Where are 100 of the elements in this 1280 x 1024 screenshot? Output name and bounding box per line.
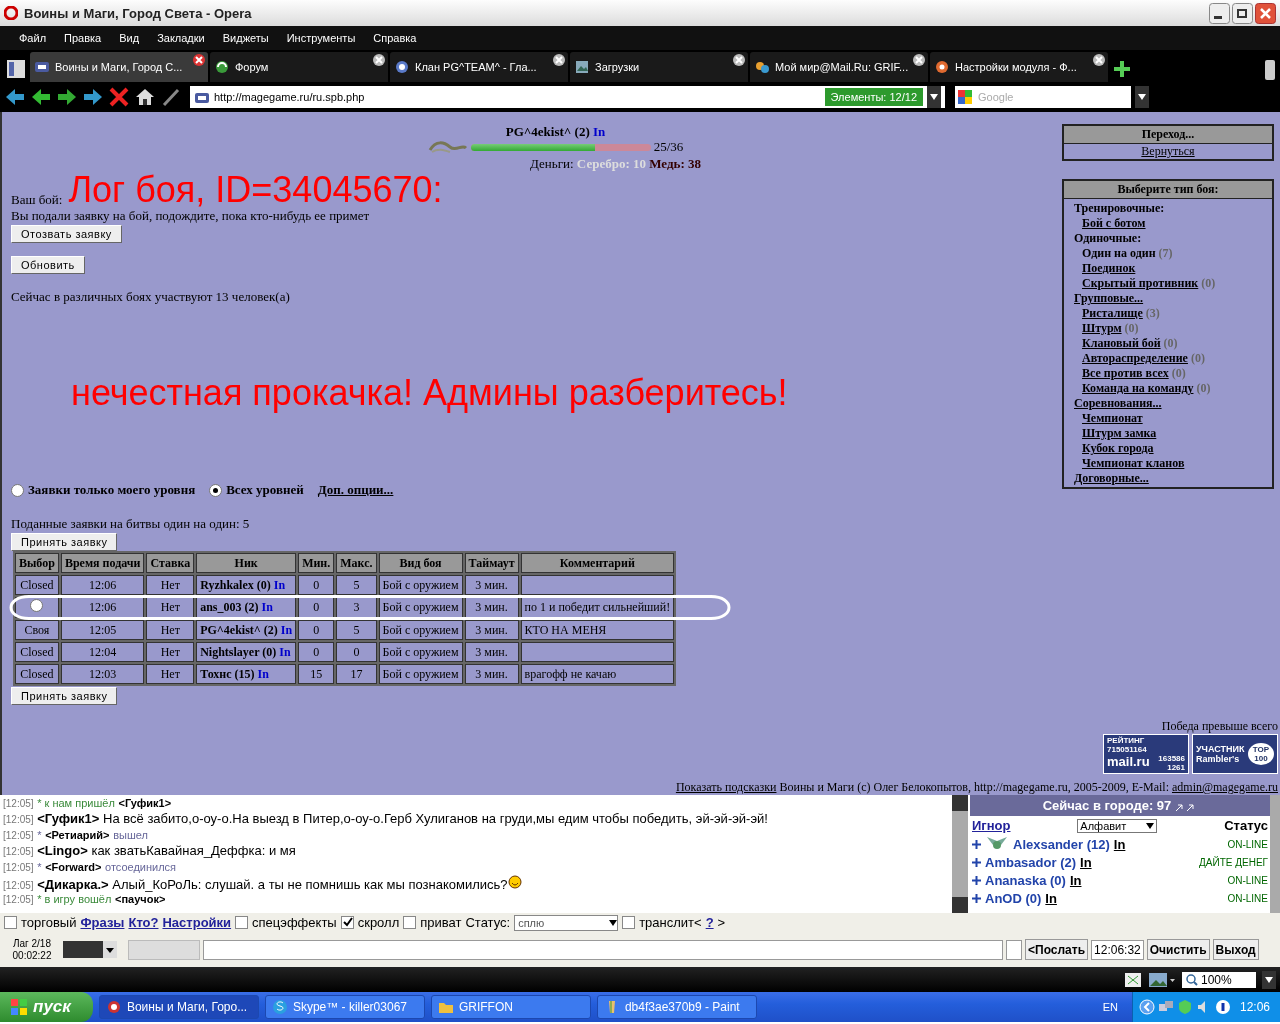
- fight-type-link[interactable]: Чемпионат: [1082, 411, 1143, 425]
- sender-nick[interactable]: <Lingo>: [37, 843, 88, 858]
- expand-plus-icon[interactable]: [972, 893, 981, 903]
- rating-counter-badge[interactable]: РЕЙТИНГ 715051164 mail.ru 163586 1261: [1103, 734, 1189, 774]
- fight-type-link[interactable]: Соревнования...: [1074, 396, 1162, 410]
- fight-type-link[interactable]: Клановый бой: [1082, 336, 1161, 350]
- fight-type-link[interactable]: Штурм замка: [1082, 426, 1157, 440]
- taskbar-button[interactable]: db4f3ae370b9 - Paint: [596, 995, 757, 1019]
- dropdown-arrow-icon[interactable]: [930, 94, 938, 100]
- user-name[interactable]: Alexsander (12): [1013, 836, 1110, 852]
- browser-tab[interactable]: Мой мир@Mail.Ru: GRIF...: [750, 52, 928, 82]
- system-nick[interactable]: <Гуфик1>: [118, 797, 172, 809]
- fight-type-link[interactable]: Кубок города: [1082, 441, 1154, 455]
- hints-link[interactable]: Показать подсказки: [675, 780, 777, 794]
- level-filter-radio[interactable]: [209, 483, 223, 497]
- dropdown-arrow-icon[interactable]: [1138, 94, 1146, 100]
- status-select[interactable]: сплю: [514, 914, 619, 931]
- tab-close-icon[interactable]: [732, 53, 746, 67]
- tab-close-icon[interactable]: [192, 53, 206, 67]
- exit-button[interactable]: Выход: [1212, 939, 1259, 960]
- tray-expand-icon[interactable]: [1138, 999, 1155, 1015]
- search-field[interactable]: Google: [955, 86, 1131, 108]
- checkbox[interactable]: [235, 916, 249, 929]
- user-name[interactable]: Ambasador (2): [985, 854, 1077, 870]
- taskbar-button[interactable]: Skype™ - killer03067: [264, 995, 425, 1019]
- browser-tab[interactable]: Клан PG^TEAM^ - Гла...: [390, 52, 568, 82]
- withdraw-button[interactable]: Отозвать заявку: [11, 225, 122, 243]
- menu-item[interactable]: Закладки: [148, 32, 214, 44]
- stop-icon[interactable]: [108, 86, 130, 108]
- browser-tab[interactable]: Загрузки: [570, 52, 748, 82]
- fight-type-link[interactable]: Все против всех: [1082, 366, 1169, 380]
- fight-type-link[interactable]: Команда на команду: [1082, 381, 1194, 395]
- fight-type-link[interactable]: Поединок: [1082, 261, 1136, 275]
- pen-icon[interactable]: [160, 86, 182, 108]
- fight-type-link[interactable]: Ристалище: [1082, 306, 1143, 320]
- tab-close-icon[interactable]: [1092, 53, 1106, 67]
- send-button[interactable]: <Послать: [1025, 939, 1089, 960]
- menu-item[interactable]: Файл: [10, 32, 56, 44]
- fast-forward-arrow-icon[interactable]: [82, 86, 104, 108]
- message-input[interactable]: [203, 939, 1003, 960]
- image-toggle-icon[interactable]: [1148, 971, 1176, 988]
- user-info-link[interactable]: In: [1045, 890, 1057, 906]
- menu-item[interactable]: Вид: [110, 32, 149, 44]
- fight-type-link[interactable]: Групповые...: [1074, 291, 1144, 305]
- expand-plus-icon[interactable]: [972, 857, 981, 867]
- fit-page-icon[interactable]: [1124, 971, 1142, 988]
- tab-close-icon[interactable]: [372, 53, 386, 67]
- user-info-link[interactable]: In: [1113, 836, 1126, 852]
- fight-type-link[interactable]: Штурм: [1082, 321, 1122, 335]
- fight-type-link[interactable]: Скрытый противник: [1082, 276, 1199, 290]
- user-name[interactable]: AnOD (0): [985, 890, 1042, 906]
- back-link[interactable]: Вернуться: [1141, 144, 1195, 158]
- browser-tab[interactable]: Настройки модуля - Ф...: [930, 52, 1108, 82]
- player-info-link[interactable]: In: [279, 644, 291, 659]
- color-select[interactable]: [63, 941, 117, 958]
- player-info-link[interactable]: In: [280, 622, 293, 637]
- chat-link[interactable]: Настройки: [162, 915, 232, 930]
- fight-type-link[interactable]: Автораспределение: [1082, 351, 1188, 365]
- email-link[interactable]: admin@magegame.ru: [1172, 780, 1278, 794]
- expand-plus-icon[interactable]: [972, 875, 981, 885]
- options-link[interactable]: Доп. опции...: [317, 482, 394, 499]
- menu-item[interactable]: Справка: [364, 32, 426, 44]
- fight-type-link[interactable]: Бой с ботом: [1082, 216, 1146, 230]
- chat-link[interactable]: Кто?: [128, 915, 159, 930]
- scrollbar[interactable]: [952, 795, 968, 913]
- home-icon[interactable]: [134, 86, 156, 108]
- top100-counter-badge[interactable]: УЧАСТНИК Rambler's TOP 100: [1192, 734, 1278, 774]
- rewind-arrow-icon[interactable]: [30, 86, 52, 108]
- minimize-icon[interactable]: [1209, 2, 1230, 24]
- menu-item[interactable]: Виджеты: [213, 32, 278, 44]
- close-icon[interactable]: [1255, 2, 1276, 24]
- fight-type-link[interactable]: Договорные...: [1074, 471, 1149, 485]
- smiley-picker[interactable]: [1006, 939, 1022, 960]
- checkbox[interactable]: [622, 916, 636, 929]
- level-filter-radio[interactable]: [11, 483, 24, 497]
- menu-item[interactable]: Правка: [55, 32, 111, 44]
- ignore-link[interactable]: Игнор: [972, 818, 1011, 833]
- chat-link[interactable]: ?: [705, 915, 714, 930]
- clear-button[interactable]: Очистить: [1146, 939, 1210, 960]
- checkbox[interactable]: [403, 916, 417, 929]
- browser-tab[interactable]: Форум: [210, 52, 388, 82]
- sender-nick[interactable]: <Гуфик1>: [37, 811, 100, 826]
- tab-close-icon[interactable]: [912, 53, 926, 67]
- system-nick[interactable]: <Ретиарий>: [45, 829, 110, 841]
- player-info-link[interactable]: In: [257, 666, 269, 681]
- dropdown-arrow-icon[interactable]: [1265, 976, 1273, 983]
- expand-plus-icon[interactable]: [972, 839, 981, 849]
- sender-nick[interactable]: <Дикарка.>: [37, 877, 109, 892]
- system-nick[interactable]: <паучок>: [115, 893, 166, 905]
- update-icon[interactable]: [1214, 999, 1231, 1015]
- back-arrow-icon[interactable]: [4, 86, 26, 108]
- scrollbar[interactable]: [1270, 795, 1280, 913]
- refresh-button[interactable]: Обновить: [11, 256, 85, 275]
- user-info-link[interactable]: In: [1069, 872, 1082, 888]
- player-info-link[interactable]: In: [261, 600, 273, 614]
- checkbox[interactable]: [4, 916, 17, 929]
- browser-tab[interactable]: Воины и Маги, Город С...: [30, 52, 208, 82]
- request-radio[interactable]: [30, 599, 44, 612]
- fight-type-link[interactable]: Чемпионат кланов: [1082, 456, 1185, 470]
- player-info-link[interactable]: In: [593, 124, 606, 139]
